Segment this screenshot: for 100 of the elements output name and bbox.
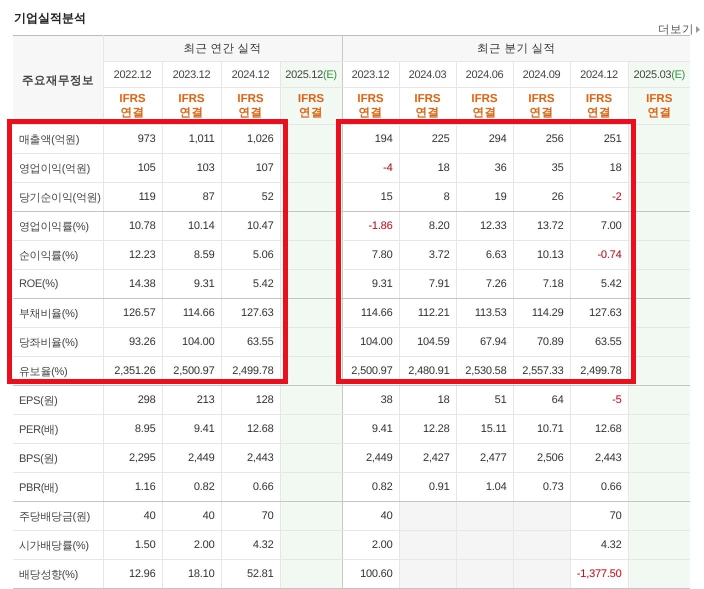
table-cell: 12.23 — [103, 240, 162, 270]
section-title: 기업실적분석 — [14, 10, 86, 27]
table-cell: 105 — [103, 154, 162, 182]
more-link[interactable]: 더보기 — [658, 22, 700, 37]
row-label: 영업이익(억원) — [13, 154, 103, 182]
table-cell: 40 — [162, 502, 221, 530]
table-cell: 114.66 — [162, 298, 221, 328]
table-cell: 2,506 — [513, 444, 570, 472]
group-header: 최근 연간 실적 — [103, 36, 342, 62]
table-cell: 2,477 — [456, 444, 514, 472]
group-header: 최근 분기 실적 — [342, 36, 690, 62]
table-cell: 36 — [456, 154, 514, 182]
table-cell: 2,351.26 — [103, 356, 162, 386]
table-cell: 15 — [342, 182, 400, 212]
table-cell: 3.72 — [399, 240, 456, 270]
row-label: ROE(%) — [13, 270, 103, 298]
table-cell: 10.14 — [162, 212, 221, 240]
table-cell: 0.82 — [342, 472, 400, 502]
table-cell: 18 — [399, 386, 456, 414]
period-header: 2024.09 — [513, 62, 570, 88]
table-cell: 2,557.33 — [513, 356, 570, 386]
table-cell: 114.29 — [513, 298, 570, 328]
table-cell: 104.59 — [399, 328, 456, 356]
table-cell: 15.11 — [456, 414, 514, 444]
table-cell: 2,500.97 — [342, 356, 400, 386]
row-label: 당기순이익(억원) — [13, 182, 103, 212]
table-cell: 2,480.91 — [399, 356, 456, 386]
table-cell: 9.31 — [162, 270, 221, 298]
table-cell: 14.38 — [103, 270, 162, 298]
table-cell: 256 — [513, 124, 570, 154]
table-cell: 104.00 — [162, 328, 221, 356]
table-cell: 213 — [162, 386, 221, 414]
table-cell: 2,530.58 — [456, 356, 514, 386]
basis-label: IFRS 연결 — [628, 88, 690, 124]
table-cell: 51 — [456, 386, 514, 414]
table-cell: 67.94 — [456, 328, 514, 356]
period-header: 2024.03 — [399, 62, 456, 88]
basis-label: IFRS 연결 — [280, 88, 342, 124]
table-cell: 119 — [103, 182, 162, 212]
caret-icon — [696, 26, 700, 33]
period-header: 2023.12 — [162, 62, 221, 88]
period-header: 2023.12 — [342, 62, 400, 88]
table-cell: 9.41 — [342, 414, 400, 444]
period-header: 2022.12 — [103, 62, 162, 88]
table-cell: 9.31 — [342, 270, 400, 298]
table-cell: 64 — [513, 386, 570, 414]
row-label: 주당배당금(원) — [13, 502, 103, 530]
row-label: 유보율(%) — [13, 356, 103, 386]
table-cell: 12.96 — [103, 560, 162, 588]
table-cell: 1.50 — [103, 530, 162, 560]
table-cell: 93.26 — [103, 328, 162, 356]
table-cell: 40 — [103, 502, 162, 530]
table-cell: 2,500.97 — [162, 356, 221, 386]
table-cell: 8.59 — [162, 240, 221, 270]
row-label: 배당성향(%) — [13, 560, 103, 588]
table-cell: 2.00 — [162, 530, 221, 560]
table-cell: 10.13 — [513, 240, 570, 270]
row-label: PER(배) — [13, 414, 103, 444]
table-cell: 103 — [162, 154, 221, 182]
table-cell: 298 — [103, 386, 162, 414]
table-cell: 112.21 — [399, 298, 456, 328]
table-cell: 9.41 — [162, 414, 221, 444]
table-cell: 104.00 — [342, 328, 400, 356]
period-header: 2025.12(E) — [280, 62, 342, 88]
period-header: 2025.03(E) — [628, 62, 690, 88]
table-cell: 10.78 — [103, 212, 162, 240]
table-cell: 70.89 — [513, 328, 570, 356]
row-label: 시가배당률(%) — [13, 530, 103, 560]
table-cell: 225 — [399, 124, 456, 154]
table-cell: 194 — [342, 124, 400, 154]
table-cell: 26 — [513, 182, 570, 212]
table-cell: -4 — [342, 154, 400, 182]
table-cell: 35 — [513, 154, 570, 182]
table-cell: 7.18 — [513, 270, 570, 298]
table-cell: 8.20 — [399, 212, 456, 240]
table-cell: 113.53 — [456, 298, 514, 328]
row-label: 부채비율(%) — [13, 298, 103, 328]
table-cell: 7.91 — [399, 270, 456, 298]
table-cell: 6.63 — [456, 240, 514, 270]
row-label: 영업이익률(%) — [13, 212, 103, 240]
row-label: PBR(배) — [13, 472, 103, 502]
table-cell: 18.10 — [162, 560, 221, 588]
row-label: 매출액(억원) — [13, 124, 103, 154]
table-cell: 294 — [456, 124, 514, 154]
table-cell: -1.86 — [342, 212, 400, 240]
row-label: BPS(원) — [13, 444, 103, 472]
table-cell: 7.26 — [456, 270, 514, 298]
table-cell: 1.16 — [103, 472, 162, 502]
table-cell: 87 — [162, 182, 221, 212]
table-cell: 8.95 — [103, 414, 162, 444]
row-label: 당좌비율(%) — [13, 328, 103, 356]
table-cell: 973 — [103, 124, 162, 154]
table-cell: 13.72 — [513, 212, 570, 240]
table-cell: 2,295 — [103, 444, 162, 472]
table-cell: 10.71 — [513, 414, 570, 444]
table-cell: 12.28 — [399, 414, 456, 444]
table-cell: 38 — [342, 386, 400, 414]
table-cell: 126.57 — [103, 298, 162, 328]
table-cell: 18 — [399, 154, 456, 182]
table-cell: 12.33 — [456, 212, 514, 240]
